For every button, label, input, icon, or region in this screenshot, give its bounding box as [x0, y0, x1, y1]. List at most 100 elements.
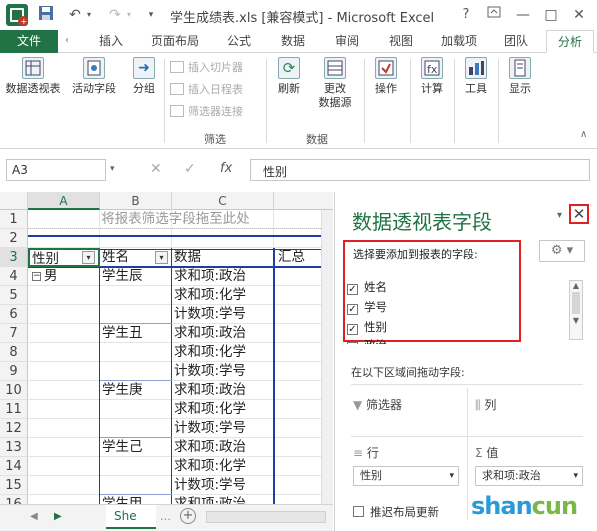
column-header-c[interactable]: C	[172, 192, 274, 210]
row-header[interactable]: 9	[0, 362, 28, 381]
actions-button[interactable]: 操作	[368, 57, 404, 96]
ribbon-display-icon[interactable]	[484, 5, 504, 25]
row-header[interactable]: 16	[0, 495, 28, 504]
tab-review[interactable]: 审阅	[324, 30, 370, 53]
refresh-button[interactable]: ⟳ 刷新	[272, 57, 306, 96]
insert-function-icon[interactable]: fx	[220, 161, 232, 176]
pivot-table-button[interactable]: 数据透视表	[2, 57, 64, 96]
next-sheet-icon[interactable]: ▶	[54, 511, 62, 522]
insert-slicer-button[interactable]: 插入切片器	[170, 59, 243, 77]
values-field-politics[interactable]: 求和项:政治 ▾	[475, 466, 583, 486]
row-header[interactable]: 14	[0, 457, 28, 476]
row-header[interactable]: 6	[0, 305, 28, 324]
cell-measure-label: 计数项:学号	[174, 477, 247, 493]
enter-icon[interactable]: ✓	[184, 161, 196, 177]
field-checkbox[interactable]: ✓	[347, 284, 358, 295]
minimize-button[interactable]: —	[512, 5, 534, 25]
row-header[interactable]: 8	[0, 343, 28, 362]
row-header[interactable]: 12	[0, 419, 28, 438]
row-header[interactable]: 2	[0, 229, 28, 248]
filters-area[interactable]: ▼ 筛选器	[353, 396, 402, 413]
defer-update-checkbox[interactable]	[353, 506, 364, 517]
tab-insert[interactable]: 插入	[88, 30, 134, 53]
insert-timeline-button[interactable]: 插入日程表	[170, 81, 243, 99]
scroll-up-icon[interactable]: ▲	[570, 281, 582, 290]
rows-area[interactable]: ≡ 行	[353, 444, 379, 461]
sheet-options-icon[interactable]: …	[160, 510, 171, 523]
scroll-down-icon[interactable]: ▼	[570, 316, 582, 325]
values-area[interactable]: Σ 值	[475, 444, 498, 461]
customize-qat-icon[interactable]: ▾	[144, 5, 158, 25]
close-pane-button[interactable]: ✕	[569, 204, 589, 224]
field-item-gender[interactable]: ✓ 性别	[347, 318, 387, 336]
formula-input[interactable]: 性别	[250, 159, 590, 181]
row-header[interactable]: 13	[0, 438, 28, 457]
tab-page-layout[interactable]: 页面布局	[142, 30, 208, 53]
pane-options-dropdown-icon[interactable]: ▾	[557, 210, 562, 221]
name-box[interactable]: A3	[6, 159, 106, 181]
show-button[interactable]: 显示	[502, 57, 538, 96]
field-item-name[interactable]: ✓ 姓名	[347, 278, 387, 296]
scroll-thumb[interactable]	[572, 292, 580, 314]
column-header-a[interactable]: A	[28, 192, 100, 210]
save-icon[interactable]	[36, 5, 56, 25]
row-header[interactable]: 1	[0, 210, 28, 229]
tab-team[interactable]: 团队	[494, 30, 538, 53]
column-header-d[interactable]	[274, 192, 333, 210]
horizontal-scrollbar[interactable]	[206, 511, 326, 523]
row-header[interactable]: 3	[0, 248, 28, 267]
row-header[interactable]: 15	[0, 476, 28, 495]
tab-view[interactable]: 视图	[378, 30, 424, 53]
field-item-politics[interactable]: ✓ 政治	[347, 336, 507, 344]
collapse-icon[interactable]: −	[32, 272, 41, 281]
field-checkbox[interactable]: ✓	[347, 304, 358, 315]
calculations-button[interactable]: fx 计算	[414, 57, 450, 96]
collapse-ribbon-icon[interactable]: ∧	[580, 129, 587, 140]
row-header[interactable]: 10	[0, 381, 28, 400]
prev-sheet-icon[interactable]: ◀	[30, 511, 38, 522]
defer-update-row[interactable]: 推迟布局更新	[353, 504, 439, 520]
cell-student-name: 学生庚	[102, 382, 143, 398]
sheet-tab[interactable]: She	[106, 505, 156, 529]
tab-data[interactable]: 数据	[270, 30, 316, 53]
select-all-corner[interactable]	[0, 192, 28, 210]
row-header[interactable]: 11	[0, 400, 28, 419]
tools-button[interactable]: 工具	[458, 57, 494, 96]
filter-dropdown-icon[interactable]: ▾	[82, 251, 95, 264]
filter-connections-button[interactable]: 筛选器连接	[170, 103, 243, 121]
row-header[interactable]: 7	[0, 324, 28, 343]
tab-scroll-left[interactable]: ‹	[60, 30, 74, 53]
close-window-button[interactable]: ✕	[568, 5, 590, 25]
vertical-scrollbar[interactable]	[321, 210, 333, 504]
calculations-label: 计算	[421, 82, 443, 95]
rows-field-gender[interactable]: 性别 ▾	[353, 466, 459, 486]
field-item-id[interactable]: ✓ 学号	[347, 298, 387, 316]
refresh-icon: ⟳	[278, 57, 300, 79]
restore-button[interactable]: □	[540, 5, 562, 25]
redo-dropdown-icon[interactable]: ▾	[124, 5, 134, 25]
undo-dropdown-icon[interactable]: ▾	[84, 5, 94, 25]
redo-icon[interactable]: ↷	[106, 5, 124, 25]
help-button[interactable]: ?	[456, 5, 476, 25]
drag-hint: 在以下区域间拖动字段:	[351, 366, 465, 379]
field-checkbox[interactable]: ✓	[347, 324, 358, 335]
tab-analyze[interactable]: 分析	[546, 30, 594, 53]
row-header[interactable]: 4	[0, 267, 28, 286]
gear-button[interactable]: ⚙ ▾	[539, 240, 585, 262]
name-box-dropdown-icon[interactable]: ▾	[110, 164, 115, 174]
field-list-scrollbar[interactable]: ▲ ▼	[569, 280, 583, 340]
change-data-source-button[interactable]: 更改 数据源	[310, 57, 360, 110]
tab-formulas[interactable]: 公式	[216, 30, 262, 53]
field-checkbox[interactable]: ✓	[347, 342, 358, 344]
columns-area[interactable]: ⫼ 列	[475, 396, 496, 413]
tab-file[interactable]: 文件	[0, 30, 58, 53]
row-header[interactable]: 5	[0, 286, 28, 305]
column-header-b[interactable]: B	[100, 192, 172, 210]
cancel-icon[interactable]: ✕	[150, 161, 162, 177]
group-button[interactable]: ➜ 分组	[128, 57, 160, 96]
active-field-button[interactable]: 活动字段	[66, 57, 122, 96]
filter-dropdown-icon[interactable]: ▾	[155, 251, 168, 264]
undo-icon[interactable]: ↶	[66, 5, 84, 25]
tab-addins[interactable]: 加载项	[432, 30, 486, 53]
new-sheet-icon[interactable]: +	[180, 508, 196, 524]
